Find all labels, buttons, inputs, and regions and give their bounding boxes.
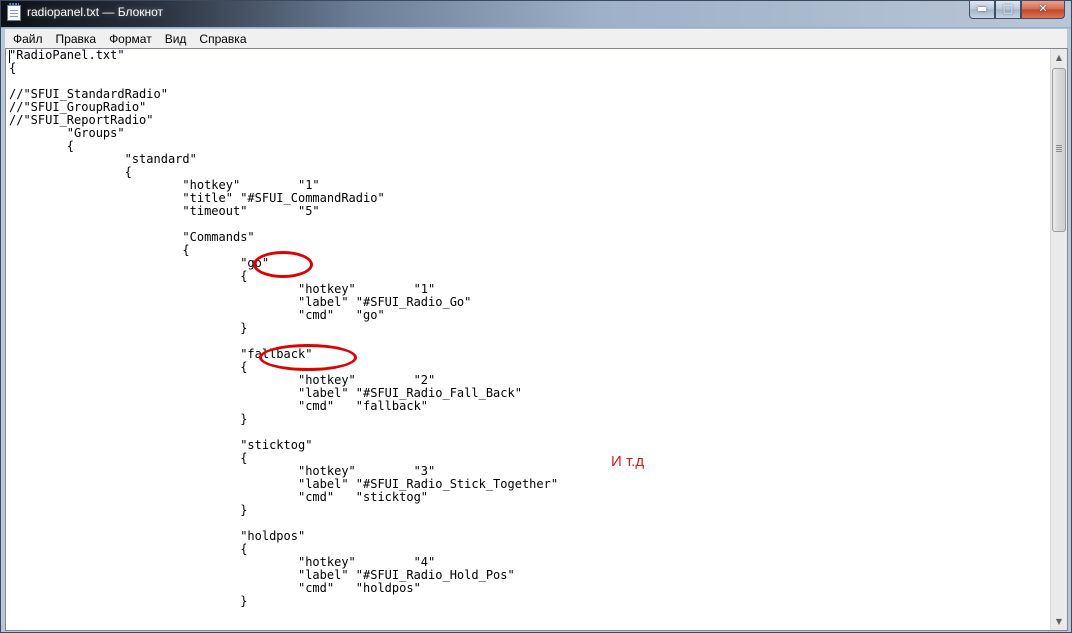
maximize-icon: □: [1002, 2, 1014, 15]
highlight-circle-fallback: [259, 344, 357, 371]
scroll-thumb[interactable]: [1052, 68, 1066, 232]
vertical-scrollbar[interactable]: ▲ ▼: [1050, 49, 1067, 630]
minimize-icon: ▬: [976, 2, 988, 15]
close-icon: ✕: [1038, 2, 1048, 15]
text-caret: [9, 50, 10, 63]
menu-bar: Файл Правка Формат Вид Справка: [5, 29, 1067, 48]
highlight-circle-go: [253, 251, 313, 278]
annotation-etc: И т.д: [611, 453, 645, 470]
menu-view[interactable]: Вид: [160, 30, 192, 48]
menu-help[interactable]: Справка: [194, 30, 251, 48]
text-editor[interactable]: "RadioPanel.txt" { //"SFUI_StandardRadio…: [6, 49, 1050, 630]
editor-frame: "RadioPanel.txt" { //"SFUI_StandardRadio…: [5, 48, 1068, 631]
notepad-window: radiopanel.txt — Блокнот ▬ □ ✕ Файл Прав…: [0, 0, 1072, 633]
close-button[interactable]: ✕: [1021, 1, 1065, 19]
menu-format[interactable]: Формат: [104, 30, 157, 48]
scroll-down-icon[interactable]: ▼: [1051, 613, 1067, 630]
notepad-icon[interactable]: [7, 3, 21, 21]
window-controls: ▬ □ ✕: [969, 1, 1065, 20]
window-title: radiopanel.txt — Блокнот: [27, 5, 164, 19]
title-bar[interactable]: radiopanel.txt — Блокнот ▬ □ ✕: [1, 1, 1071, 27]
editor-content[interactable]: "RadioPanel.txt" { //"SFUI_StandardRadio…: [6, 49, 1050, 608]
menu-file[interactable]: Файл: [8, 30, 48, 48]
scroll-up-icon[interactable]: ▲: [1051, 49, 1067, 66]
menu-edit[interactable]: Правка: [51, 30, 102, 48]
minimize-button[interactable]: ▬: [969, 1, 995, 19]
maximize-button[interactable]: □: [995, 1, 1021, 19]
